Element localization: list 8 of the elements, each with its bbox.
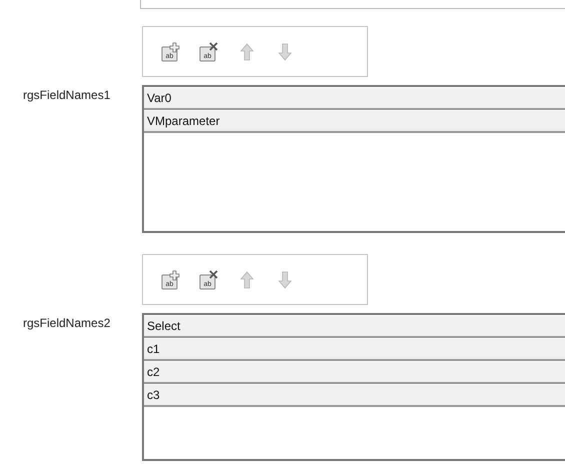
list-item-field[interactable]: VMparameter: [144, 111, 565, 133]
list-item-field[interactable]: Select: [144, 316, 565, 338]
list-item-field[interactable]: Var0: [144, 88, 565, 110]
list-item-field[interactable]: c1: [144, 339, 565, 361]
field-label: rgsFieldNames1: [23, 88, 110, 102]
field-label: rgsFieldNames2: [23, 316, 110, 330]
list-item-field[interactable]: c3: [144, 385, 565, 407]
list-item-field[interactable]: c2: [144, 362, 565, 384]
